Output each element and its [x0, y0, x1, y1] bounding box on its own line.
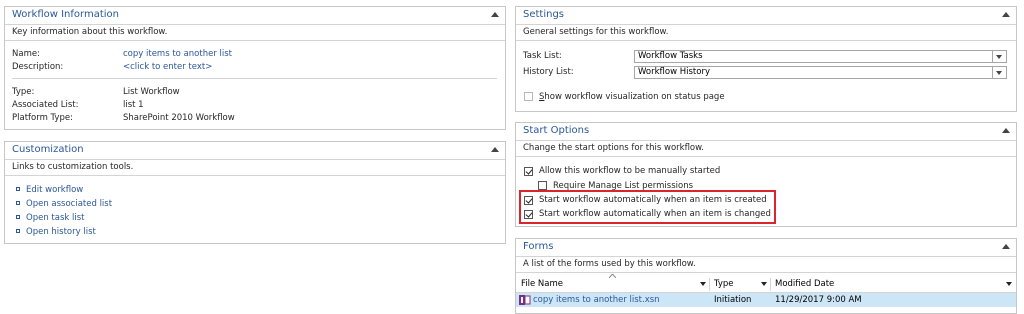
panel-title: Settings	[523, 9, 565, 20]
column-header-file-name[interactable]: File Name	[521, 277, 563, 292]
associated-list-row: Associated List: list 1	[12, 99, 144, 111]
panel-header: Forms	[516, 239, 1016, 257]
infopath-form-icon	[519, 295, 531, 305]
forms-table-header: File Name Type Modified Date	[516, 274, 1016, 293]
column-header-modified-date[interactable]: Modified Date	[775, 277, 834, 292]
description-value[interactable]: <click to enter text>	[123, 62, 212, 72]
platform-type-label: Platform Type:	[12, 113, 73, 123]
start-on-change-checkbox[interactable]	[524, 210, 533, 219]
sort-indicator-icon	[609, 274, 616, 278]
collapse-icon[interactable]	[1002, 243, 1010, 250]
form-type: Initiation	[714, 295, 752, 305]
task-list-label: Task List:	[523, 51, 562, 61]
open-associated-list-link[interactable]: Open associated list	[16, 198, 112, 210]
panel-description: Change the start options for this workfl…	[516, 141, 1016, 157]
start-on-change-label: Start workflow automatically when an ite…	[539, 209, 771, 219]
column-menu-icon[interactable]	[761, 282, 767, 286]
column-divider	[770, 278, 771, 291]
bullet-icon	[16, 187, 20, 191]
start-on-create-checkbox[interactable]	[524, 196, 533, 205]
panel-description: General settings for this workflow.	[516, 25, 1016, 41]
bullet-icon	[16, 229, 20, 233]
collapse-icon[interactable]	[1002, 127, 1010, 134]
task-list-value: Workflow Tasks	[638, 51, 703, 61]
name-label: Name:	[12, 49, 40, 59]
dropdown-arrow-icon[interactable]	[992, 51, 1006, 62]
open-task-list-link[interactable]: Open task list	[16, 212, 84, 224]
panel-header: Workflow Information	[5, 7, 505, 25]
panel-title: Workflow Information	[12, 9, 119, 20]
name-row: Name: copy items to another list	[12, 48, 232, 60]
description-label: Description:	[12, 62, 64, 72]
form-modified-date: 11/29/2017 9:00 AM	[775, 295, 862, 305]
require-permissions-checkbox[interactable]	[538, 181, 547, 190]
task-list-select[interactable]: Workflow Tasks	[634, 50, 1007, 63]
separator	[12, 78, 497, 79]
platform-type-value: SharePoint 2010 Workflow	[123, 113, 235, 123]
collapse-icon[interactable]	[491, 11, 499, 18]
history-list-select[interactable]: Workflow History	[634, 66, 1007, 79]
type-label: Type:	[12, 87, 35, 97]
workflow-information-panel: Workflow Information Key information abo…	[4, 6, 506, 130]
bullet-icon	[16, 215, 20, 219]
type-value: List Workflow	[123, 87, 180, 97]
column-menu-icon[interactable]	[1006, 282, 1012, 286]
collapse-icon[interactable]	[1002, 11, 1010, 18]
forms-panel: Forms A list of the forms used by this w…	[515, 238, 1017, 314]
panel-description: A list of the forms used by this workflo…	[516, 257, 1016, 273]
visualization-label: Show workflow visualization on status pa…	[539, 92, 725, 102]
form-file-name[interactable]: copy items to another list.xsn	[533, 293, 660, 307]
history-list-value: Workflow History	[638, 67, 710, 77]
visualization-checkbox[interactable]	[524, 92, 533, 101]
panel-header: Settings	[516, 7, 1016, 25]
panel-description: Key information about this workflow.	[5, 25, 505, 41]
settings-panel: Settings General settings for this workf…	[515, 6, 1017, 112]
panel-title: Start Options	[523, 125, 590, 136]
type-row: Type: List Workflow	[12, 86, 180, 98]
description-row: Description: <click to enter text>	[12, 61, 212, 73]
panel-header: Start Options	[516, 123, 1016, 141]
open-history-list-link[interactable]: Open history list	[16, 226, 96, 238]
manual-start-label: Allow this workflow to be manually start…	[539, 166, 721, 176]
dropdown-arrow-icon[interactable]	[992, 67, 1006, 78]
panel-description: Links to customization tools.	[5, 160, 505, 176]
column-header-type[interactable]: Type	[714, 277, 734, 292]
platform-type-row: Platform Type: SharePoint 2010 Workflow	[12, 112, 235, 124]
table-row[interactable]: copy items to another list.xsn Initiatio…	[516, 293, 1016, 307]
column-menu-icon[interactable]	[700, 282, 706, 286]
history-list-label: History List:	[523, 67, 574, 77]
manual-start-checkbox[interactable]	[524, 167, 533, 176]
panel-title: Customization	[12, 144, 84, 155]
panel-header: Customization	[5, 142, 505, 160]
bullet-icon	[16, 201, 20, 205]
customization-panel: Customization Links to customization too…	[4, 141, 506, 244]
name-value[interactable]: copy items to another list	[123, 49, 232, 59]
panel-title: Forms	[523, 241, 554, 252]
collapse-icon[interactable]	[491, 146, 499, 153]
associated-list-label: Associated List:	[12, 100, 79, 110]
associated-list-value: list 1	[123, 100, 144, 110]
start-on-create-label: Start workflow automatically when an ite…	[539, 195, 767, 205]
edit-workflow-link[interactable]: Edit workflow	[16, 184, 83, 196]
start-options-panel: Start Options Change the start options f…	[515, 122, 1017, 227]
column-divider	[709, 278, 710, 291]
